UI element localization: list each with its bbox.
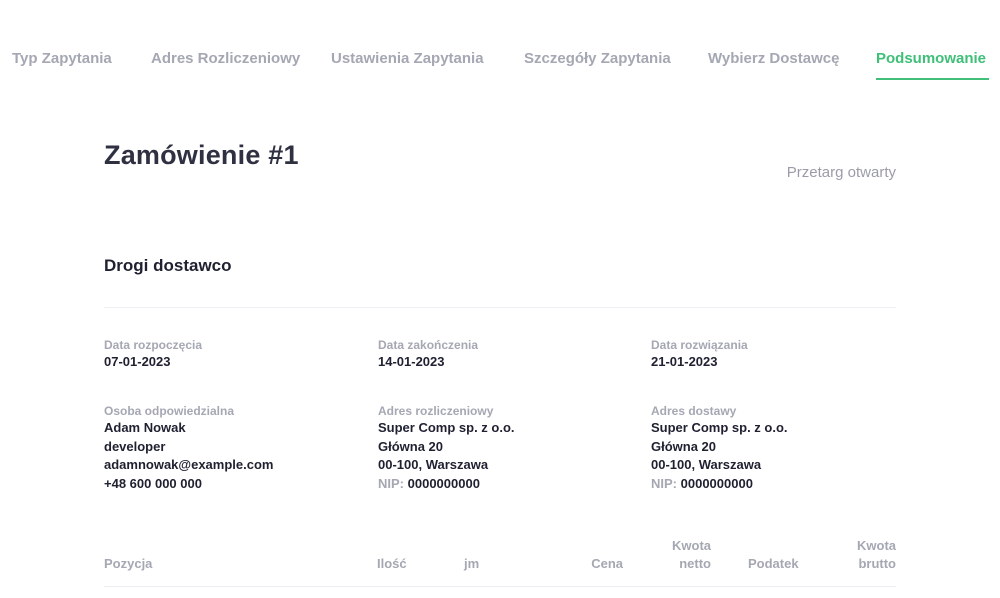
delivery-street: Główna 20 xyxy=(651,438,717,454)
column-header-price: Cena xyxy=(591,556,623,571)
delivery-nip-label: NIP: xyxy=(651,475,677,491)
start-date-label: Data rozpoczęcia xyxy=(104,338,203,352)
start-date-value: 07-01-2023 xyxy=(104,354,171,369)
billing-nip-value: 0000000000 xyxy=(407,475,480,491)
responsible-name: Adam Nowak xyxy=(104,420,186,435)
billing-street: Główna 20 xyxy=(378,438,444,454)
tab-podsumowanie[interactable]: Podsumowanie xyxy=(876,48,989,80)
delivery-city: 00-100, Warszawa xyxy=(651,457,762,472)
billing-nip-label: NIP: xyxy=(378,475,404,491)
column-header-tax: Podatek xyxy=(748,556,799,571)
order-type: Przetarg otwarty xyxy=(786,164,896,181)
end-date-value: 14-01-2023 xyxy=(378,354,445,369)
resolution-date-label: Data rozwiązania xyxy=(651,338,748,352)
end-date-field: Data zakończenia 14-01-2023 xyxy=(378,337,638,372)
billing-company: Super Comp sp. z o.o. xyxy=(378,420,515,435)
column-header-net-line2: netto xyxy=(679,556,711,571)
column-header-net-line1: Kwota xyxy=(672,538,711,553)
column-header-position: Pozycja xyxy=(104,556,153,571)
delivery-nip-row: NIP: 0000000000 xyxy=(651,475,911,494)
delivery-company: Super Comp sp. z o.o. xyxy=(651,420,788,435)
responsible-role: developer xyxy=(104,438,166,454)
responsible-phone: +48 600 000 000 xyxy=(104,475,202,491)
end-date-label: Data zakończenia xyxy=(378,338,479,352)
start-date-field: Data rozpoczęcia 07-01-2023 xyxy=(104,337,364,372)
greeting-heading: Drogi dostawco xyxy=(104,256,232,275)
billing-nip-row: NIP: 0000000000 xyxy=(378,475,638,494)
billing-address-field: Adres rozliczeniowy Super Comp sp. z o.o… xyxy=(378,403,638,493)
step-tabs: Typ Zapytania Adres Rozliczeniowy Ustawi… xyxy=(0,48,1000,80)
tab-adres-rozliczeniowy[interactable]: Adres Rozliczeniowy xyxy=(151,48,300,78)
tab-wybierz-dostawce[interactable]: Wybierz Dostawcę xyxy=(708,48,839,78)
column-header-quantity: Ilość xyxy=(377,556,407,571)
section-divider xyxy=(104,307,896,308)
column-header-unit: jm xyxy=(464,556,480,571)
billing-address-label: Adres rozliczeniowy xyxy=(378,404,494,418)
delivery-nip-value: 0000000000 xyxy=(680,475,753,491)
tab-typ-zapytania[interactable]: Typ Zapytania xyxy=(12,48,112,78)
column-header-net-amount: Kwota netto xyxy=(651,537,711,573)
delivery-address-label: Adres dostawy xyxy=(651,404,737,418)
tab-szczegoly-zapytania[interactable]: Szczegóły Zapytania xyxy=(524,48,671,78)
responsible-person-label: Osoba odpowiedzialna xyxy=(104,404,235,418)
column-header-gross-amount: Kwota brutto xyxy=(836,537,896,573)
table-header-divider xyxy=(104,586,896,587)
resolution-date-field: Data rozwiązania 21-01-2023 xyxy=(651,337,911,372)
responsible-email: adamnowak@example.com xyxy=(104,457,274,472)
tab-ustawienia-zapytania[interactable]: Ustawienia Zapytania xyxy=(331,48,484,78)
billing-city: 00-100, Warszawa xyxy=(378,457,489,472)
resolution-date-value: 21-01-2023 xyxy=(651,354,718,369)
responsible-person-field: Osoba odpowiedzialna Adam Nowak develope… xyxy=(104,403,364,493)
column-header-gross-line1: Kwota xyxy=(857,538,896,553)
delivery-address-field: Adres dostawy Super Comp sp. z o.o. Głów… xyxy=(651,403,911,493)
column-header-gross-line2: brutto xyxy=(858,556,896,571)
page-title: Zamówienie #1 xyxy=(104,140,299,170)
